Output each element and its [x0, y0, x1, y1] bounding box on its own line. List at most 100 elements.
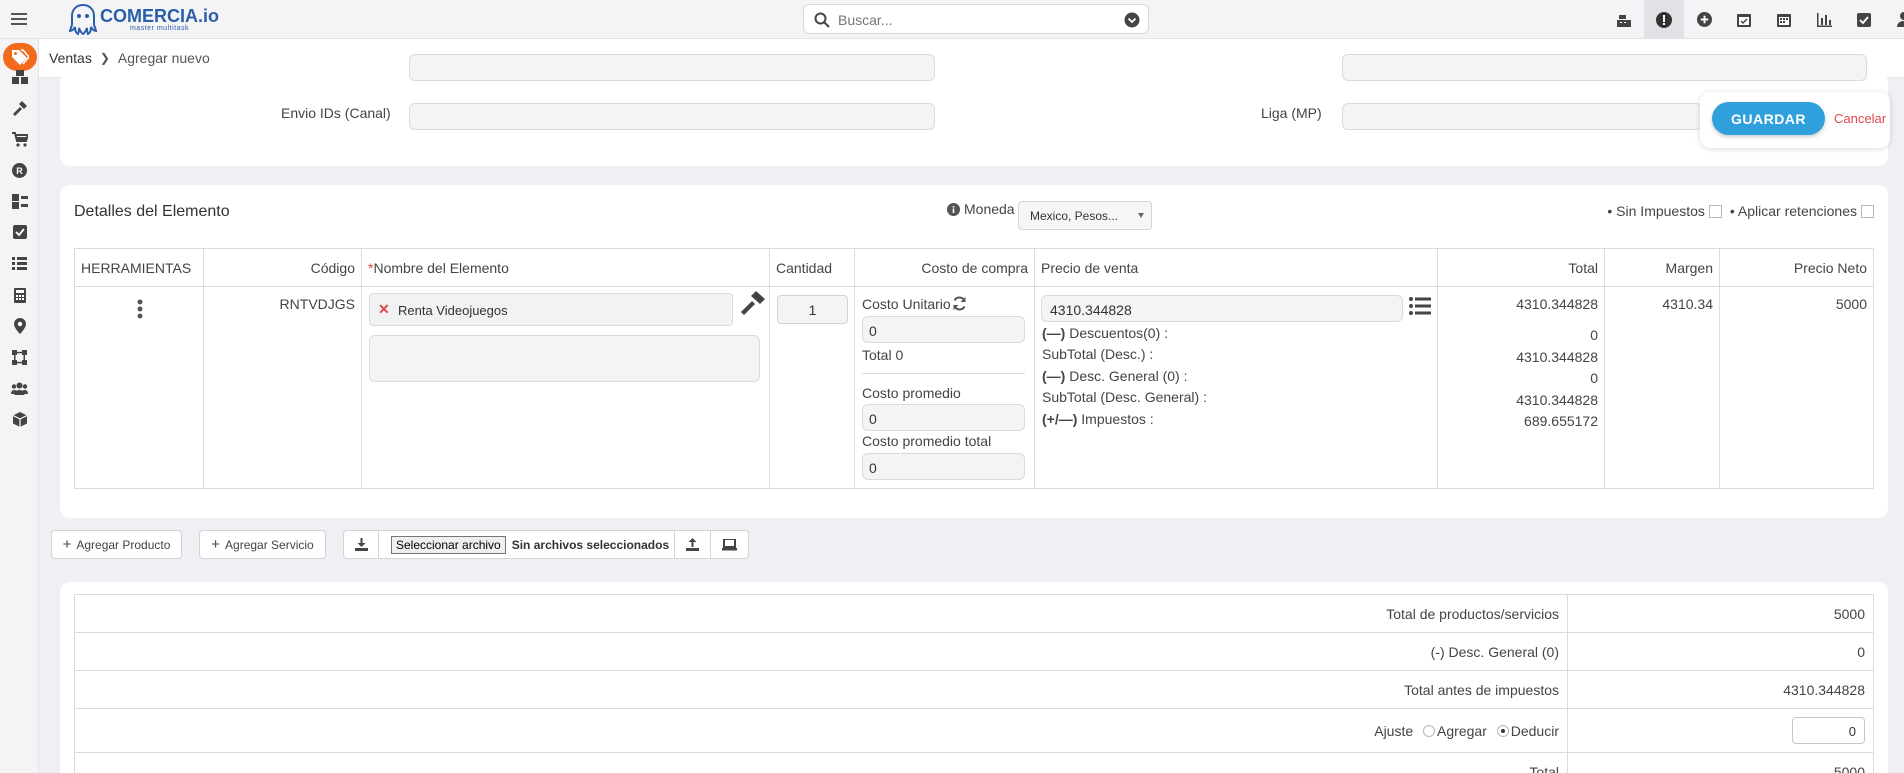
hammer-icon[interactable] — [0, 93, 39, 123]
hammer-icon[interactable] — [739, 291, 765, 315]
subtotal-desc-general-label: SubTotal (Desc. General) : — [1042, 389, 1207, 405]
cell-tools — [74, 286, 204, 489]
download-button[interactable] — [343, 530, 379, 559]
alert-icon[interactable] — [1644, 0, 1684, 39]
liga-mp-input[interactable] — [1342, 103, 1702, 130]
minus-circle-icon[interactable]: (—) — [1042, 368, 1065, 384]
impuestos-line: (+/—) Impuestos : — [1042, 411, 1154, 427]
remove-x-icon[interactable]: ✕ — [378, 301, 390, 318]
add-product-button[interactable]: + Agregar Producto — [51, 530, 182, 559]
hamburger-menu-icon[interactable] — [10, 10, 28, 28]
total-value-0: 4310.344828 — [1516, 296, 1598, 312]
description-textarea[interactable] — [369, 335, 760, 382]
choose-file-button[interactable]: Seleccionar archivo — [391, 535, 506, 554]
minus-circle-icon[interactable]: (—) — [1042, 325, 1065, 341]
add-service-button[interactable]: + Agregar Servicio — [199, 530, 326, 559]
calendar-icon[interactable] — [1764, 0, 1804, 39]
cell-costo: Costo Unitario 0 Total 0 Costo promedio … — [854, 286, 1035, 489]
breadcrumb-section[interactable]: Ventas — [49, 50, 92, 66]
ajuste-deducir-radio[interactable] — [1496, 724, 1509, 737]
cart-icon[interactable] — [0, 124, 39, 154]
boxes-icon[interactable] — [0, 62, 39, 92]
cell-margen: 4310.34 — [1604, 286, 1720, 489]
upload-button[interactable] — [674, 530, 711, 559]
cell-total: 4310.344828 0 4310.344828 0 4310.344828 … — [1437, 286, 1605, 489]
total-value-5: 689.655172 — [1524, 413, 1598, 429]
moneda-select[interactable]: Mexico, Pesos... — [1018, 201, 1152, 230]
total-row-value: 5000 — [1567, 594, 1874, 633]
total-value-4: 4310.344828 — [1516, 392, 1598, 408]
search-input[interactable] — [838, 10, 1108, 30]
col-cantidad: Cantidad — [769, 248, 855, 287]
impuestos-label: Impuestos : — [1081, 411, 1154, 427]
chevron-down-circle-icon[interactable] — [1124, 12, 1140, 28]
total-value-3: 0 — [1590, 370, 1598, 386]
liga-mp-label: Liga (MP) — [1261, 105, 1322, 121]
ajuste-cell: Ajuste Agregar Deducir — [74, 708, 1568, 753]
plus-circle-icon[interactable] — [1684, 0, 1724, 39]
total-row-label: Total de productos/servicios — [74, 594, 1568, 633]
calendar-check-icon[interactable] — [1724, 0, 1764, 39]
costo-promedio-total-input[interactable]: 0 — [862, 453, 1025, 480]
costo-promedio-input[interactable]: 0 — [862, 404, 1025, 431]
items-table: HERRAMIENTAS Código *Nombre del Elemento… — [74, 248, 1874, 489]
cube-icon[interactable] — [0, 404, 39, 434]
bar-chart-icon[interactable] — [1804, 0, 1844, 39]
sin-impuestos-checkbox[interactable] — [1708, 204, 1722, 218]
sin-impuestos-label: • Sin Impuestos — [1607, 203, 1705, 219]
registered-icon[interactable]: R — [0, 155, 39, 185]
moneda-label-group: Moneda — [947, 201, 1015, 217]
textarea-field-partial[interactable] — [409, 54, 935, 81]
cell-nombre: ✕ Renta Videojuegos — [361, 286, 770, 489]
list-options-icon[interactable] — [1409, 297, 1431, 315]
search-box[interactable] — [803, 4, 1149, 34]
laptop-button[interactable] — [710, 530, 749, 559]
textarea-field-partial-right[interactable] — [1342, 54, 1867, 81]
refresh-icon[interactable] — [952, 296, 967, 311]
plus-minus-icon[interactable]: (+/—) — [1042, 411, 1077, 427]
table-row: Total 5000 — [74, 752, 1874, 773]
top-icon-bar — [1604, 0, 1904, 39]
cash-register-icon[interactable] — [1604, 0, 1644, 39]
ajuste-deducir-label: Deducir — [1510, 722, 1559, 739]
aplicar-retenciones-checkbox[interactable] — [1861, 204, 1874, 218]
user-icon[interactable] — [1884, 0, 1904, 39]
no-file-text: Sin archivos seleccionados — [511, 537, 670, 552]
quantity-input[interactable]: 1 — [777, 295, 848, 324]
calculator-icon[interactable] — [0, 280, 39, 310]
cancel-link[interactable]: Cancelar — [1834, 111, 1886, 126]
info-icon — [947, 202, 960, 216]
ajuste-agregar-radio[interactable] — [1423, 724, 1436, 737]
costo-unitario-label: Costo Unitario — [862, 296, 951, 312]
list-icon[interactable] — [0, 248, 39, 278]
file-picker: Seleccionar archivo Sin archivos selecci… — [378, 530, 675, 559]
subtotal-desc-label: SubTotal (Desc.) : — [1042, 346, 1154, 362]
tasks-icon[interactable] — [0, 186, 39, 216]
ajuste-input[interactable]: 0 — [1792, 717, 1865, 744]
total-row-value: 0 — [1567, 632, 1874, 671]
more-vertical-icon[interactable] — [137, 299, 143, 319]
total-row-label: (-) Desc. General (0) — [74, 632, 1568, 671]
logo[interactable]: COMERCIA.io master multitask — [68, 2, 219, 36]
col-neto: Precio Neto — [1719, 248, 1874, 287]
neto-value: 5000 — [1835, 296, 1867, 312]
save-button[interactable]: GUARDAR — [1712, 102, 1825, 135]
col-codigo: Código — [203, 248, 362, 287]
map-marker-icon[interactable] — [0, 311, 39, 341]
laptop-icon — [722, 538, 737, 550]
checkbox-icon[interactable] — [0, 217, 39, 247]
users-icon[interactable] — [0, 373, 39, 403]
precio-venta-input[interactable]: 4310.344828 — [1041, 295, 1403, 322]
ajuste-value-cell: 0 — [1567, 708, 1874, 753]
table-row: Ajuste Agregar Deducir 0 — [74, 708, 1874, 753]
envio-ids-input[interactable] — [409, 103, 935, 130]
project-diagram-icon[interactable] — [0, 342, 39, 372]
margen-value: 4310.34 — [1662, 296, 1713, 312]
check-square-icon[interactable] — [1844, 0, 1884, 39]
total-row-label: Total antes de impuestos — [74, 670, 1568, 709]
costo-unitario-input[interactable]: 0 — [862, 316, 1025, 343]
upload-icon — [686, 538, 699, 551]
col-nombre-label: Nombre del Elemento — [373, 259, 509, 276]
svg-text:R: R — [16, 166, 23, 176]
brand-tagline: master multitask — [130, 24, 189, 32]
